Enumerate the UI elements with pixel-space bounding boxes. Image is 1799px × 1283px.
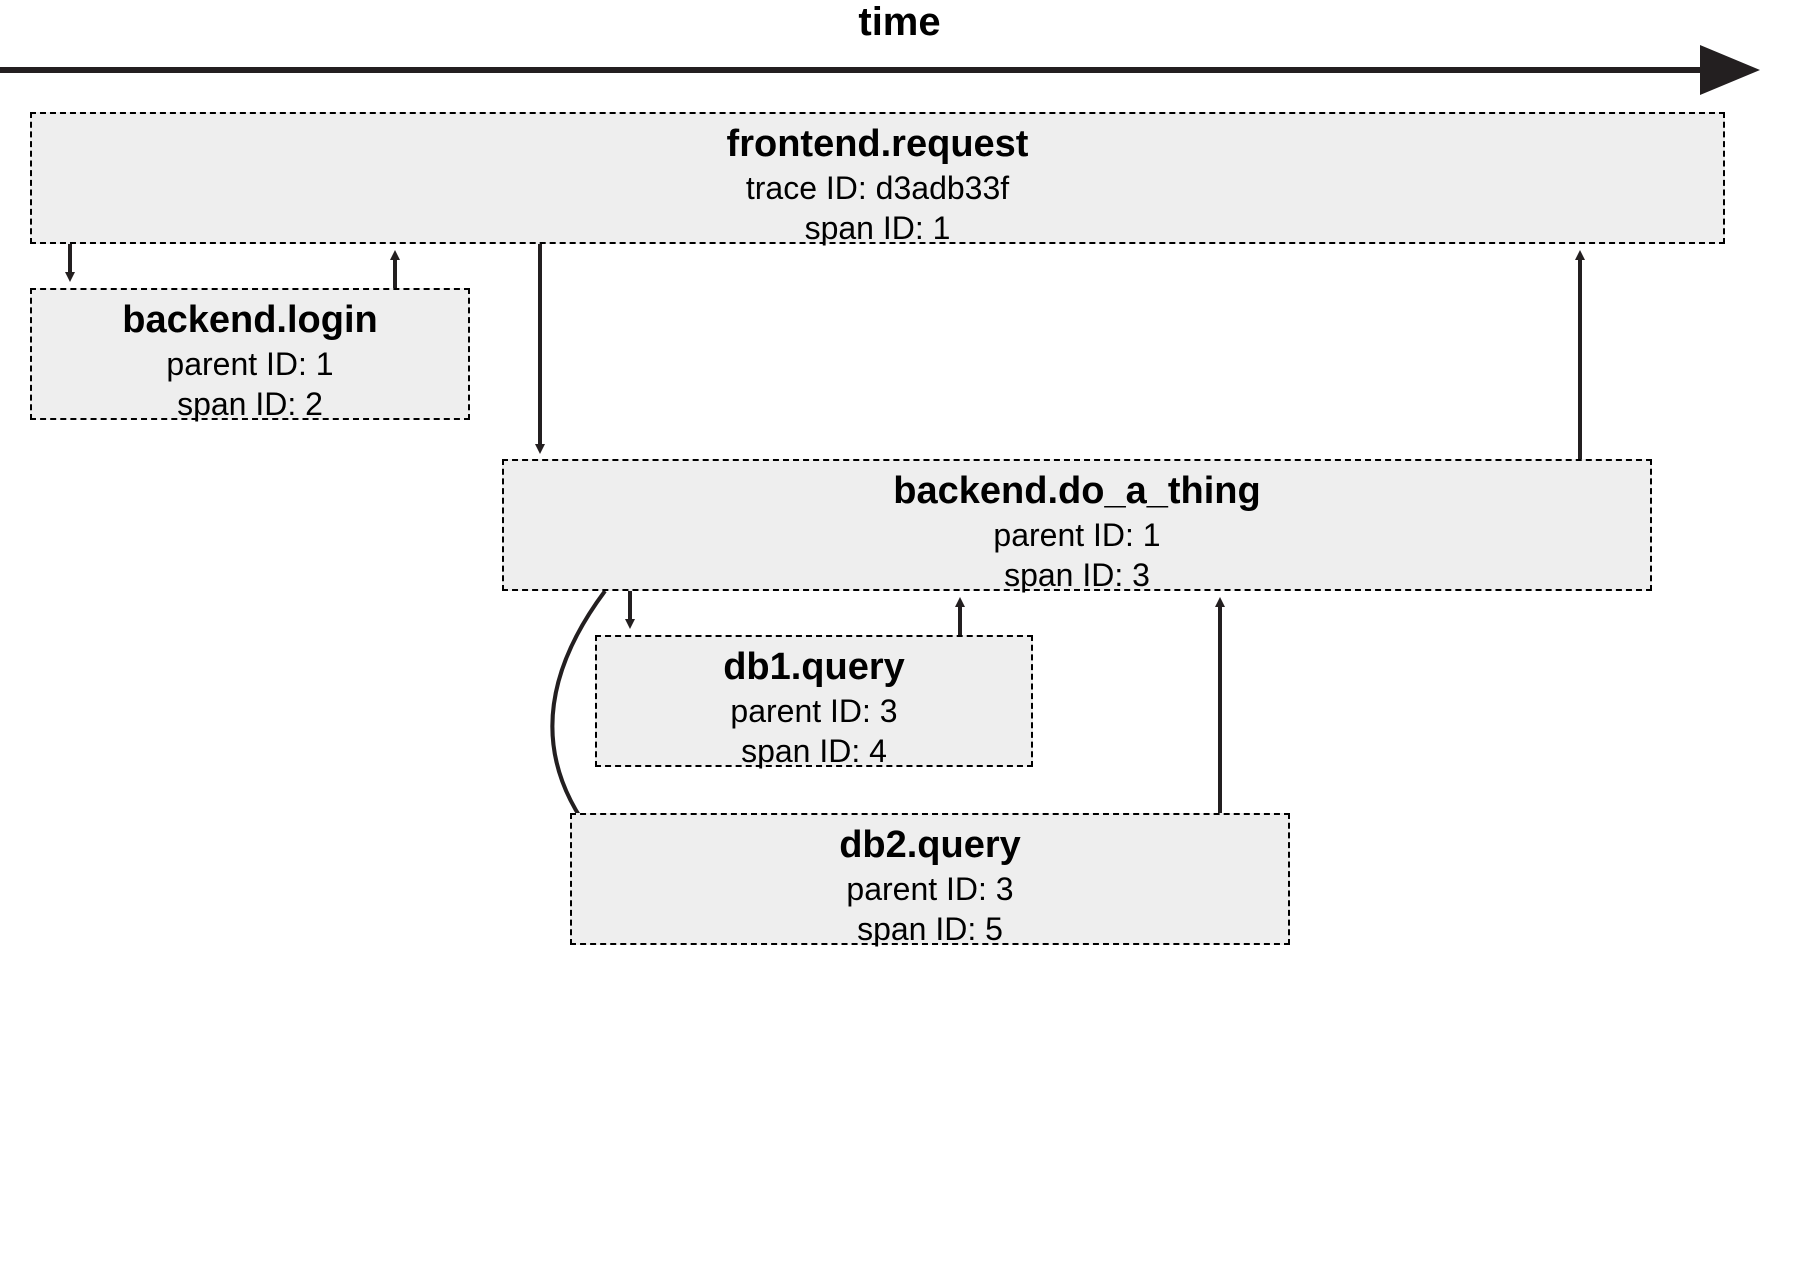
span-title: backend.login [42,298,458,344]
span-title: frontend.request [42,122,1713,168]
time-axis-label: time [0,0,1799,45]
span-backend-login: backend.login parent ID: 1 span ID: 2 [30,288,470,420]
span-backend-do-a-thing: backend.do_a_thing parent ID: 1 span ID:… [502,459,1652,591]
span-parent-id: parent ID: 1 [42,344,458,384]
span-span-id: span ID: 2 [42,384,458,424]
span-frontend-request: frontend.request trace ID: d3adb33f span… [30,112,1725,244]
span-parent-id: parent ID: 3 [582,869,1278,909]
trace-diagram: time frontend.request trace ID: d3adb3 [0,0,1799,1283]
span-span-id: span ID: 5 [582,909,1278,949]
span-parent-id: parent ID: 1 [514,515,1640,555]
span-title: db2.query [582,823,1278,869]
span-title: backend.do_a_thing [514,469,1640,515]
span-span-id: span ID: 3 [514,555,1640,595]
span-trace-id: trace ID: d3adb33f [42,168,1713,208]
span-span-id: span ID: 1 [42,208,1713,248]
span-span-id: span ID: 4 [607,731,1021,771]
span-parent-id: parent ID: 3 [607,691,1021,731]
span-title: db1.query [607,645,1021,691]
span-db2-query: db2.query parent ID: 3 span ID: 5 [570,813,1290,945]
span-db1-query: db1.query parent ID: 3 span ID: 4 [595,635,1033,767]
